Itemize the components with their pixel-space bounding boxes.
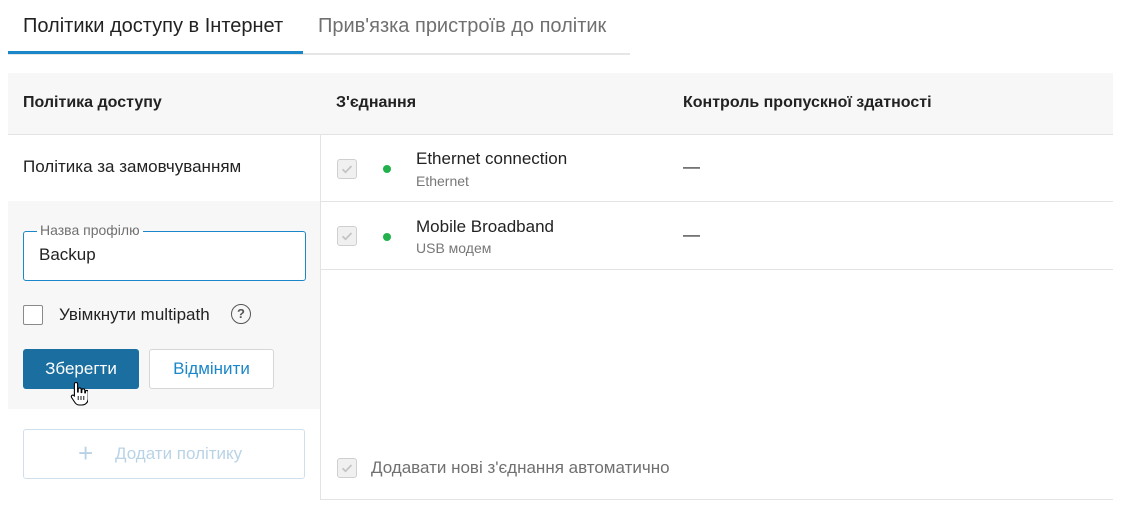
column-header-policy: Політика доступу	[23, 94, 162, 111]
row-divider	[320, 201, 1113, 202]
connection-name-ethernet: Ethernet connection	[416, 149, 568, 168]
status-dot-mobile	[383, 233, 391, 241]
multipath-checkbox[interactable]	[23, 305, 43, 325]
hand-cursor-icon	[70, 381, 88, 406]
multipath-label[interactable]: Увімкнути multipath	[59, 305, 210, 325]
connection-checkbox-mobile[interactable]	[337, 226, 357, 246]
column-divider	[320, 134, 321, 500]
auto-add-checkbox[interactable]	[337, 458, 357, 478]
policies-table: Політика доступу З'єднання Контроль проп…	[8, 73, 1113, 500]
column-header-bandwidth: Контроль пропускної здатності	[683, 94, 932, 111]
tab-internet-access-policies[interactable]: Політики доступу в Інтернет	[23, 15, 283, 38]
bandwidth-value-mobile: —	[683, 225, 700, 244]
table-header: Політика доступу З'єднання Контроль проп…	[8, 73, 1113, 135]
policy-item-default[interactable]: Політика за замовчуванням	[23, 157, 241, 177]
status-dot-ethernet	[383, 165, 391, 173]
help-icon[interactable]: ?	[231, 304, 251, 324]
table-bottom-border	[320, 499, 1113, 500]
bandwidth-value-ethernet: —	[683, 157, 700, 176]
active-tab-indicator	[8, 51, 303, 54]
cancel-button[interactable]: Відмінити	[149, 349, 274, 389]
add-policy-label: Додати політику	[115, 444, 243, 463]
check-icon	[341, 165, 353, 174]
connection-type-ethernet: Ethernet	[416, 173, 469, 189]
check-icon	[341, 464, 353, 473]
connection-type-mobile: USB модем	[416, 240, 492, 256]
row-divider	[320, 269, 1113, 270]
tab-bar: Політики доступу в Інтернет Прив'язка пр…	[8, 0, 630, 55]
profile-name-field[interactable]: Назва профілю	[23, 222, 306, 281]
policy-editor: Назва профілю Увімкнути multipath ? Збер…	[8, 201, 320, 409]
profile-name-input[interactable]	[39, 245, 289, 265]
column-header-connection: З'єднання	[336, 94, 417, 111]
auto-add-label[interactable]: Додавати нові з'єднання автоматично	[371, 458, 670, 478]
add-policy-button[interactable]: + Додати політику	[23, 429, 305, 479]
profile-name-label: Назва профілю	[37, 222, 143, 238]
plus-icon: +	[78, 438, 94, 468]
connection-checkbox-ethernet[interactable]	[337, 159, 357, 179]
tab-device-policy-binding[interactable]: Прив'язка пристроїв до політик	[318, 15, 606, 38]
check-icon	[341, 232, 353, 241]
connection-name-mobile: Mobile Broadband	[416, 217, 554, 236]
